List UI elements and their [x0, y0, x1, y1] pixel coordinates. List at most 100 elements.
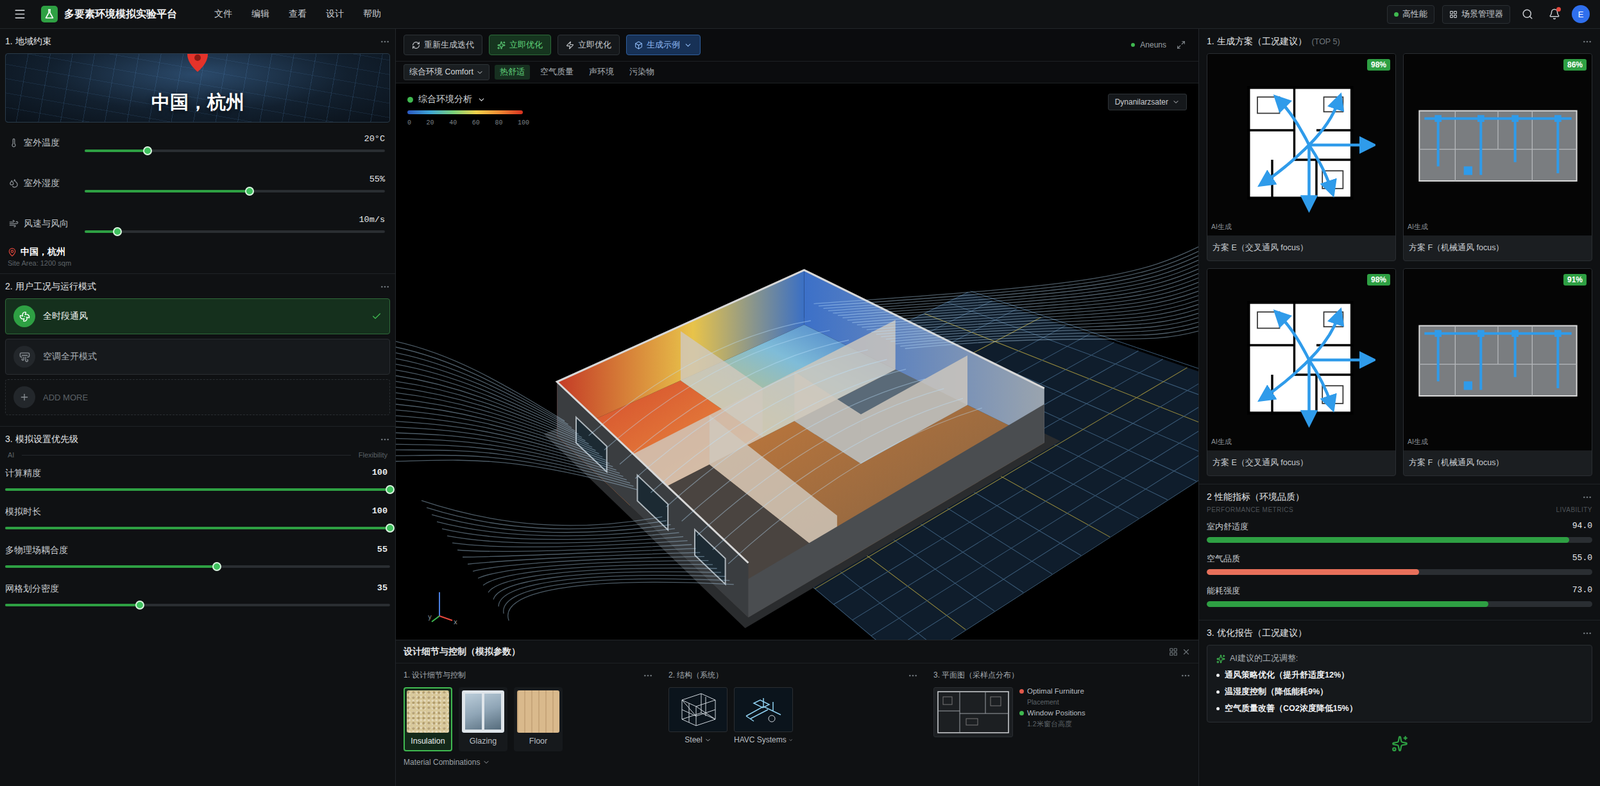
menu-icon — [13, 7, 27, 21]
toolbar-button[interactable]: 重新生成迭代 — [403, 34, 483, 56]
mechanical-ventilation-plan — [1411, 80, 1585, 210]
slider-label: 室外温度 — [5, 137, 85, 149]
slider-track[interactable] — [84, 149, 385, 153]
tab[interactable]: 空气质量 — [535, 64, 579, 80]
slider-track[interactable] — [5, 565, 391, 568]
structure-card[interactable]: HAVC Systems — [733, 687, 793, 745]
more-icon[interactable] — [1582, 628, 1593, 639]
toolbar-button[interactable]: 立即优化 — [488, 34, 552, 56]
material-card[interactable]: Glazing — [458, 687, 508, 752]
more-icon[interactable] — [1582, 492, 1593, 503]
mode-select[interactable]: Dynanilarzsater — [1107, 93, 1187, 111]
more-icon[interactable] — [379, 36, 391, 47]
material-card[interactable]: Floor — [513, 687, 563, 752]
more-icon[interactable] — [642, 670, 654, 681]
more-icon[interactable] — [907, 670, 919, 681]
comfort-select[interactable]: 综合环境 Comfort — [403, 64, 490, 81]
menu-item[interactable]: 帮助 — [363, 8, 382, 20]
details-columns: 1. 设计细节与控制InsulationGlazingFloorMaterial… — [395, 663, 1199, 786]
scenario-card[interactable]: 86%AI生成方案 F（机械通风 focus） — [1403, 53, 1593, 262]
slider-track[interactable] — [5, 526, 391, 530]
slider-track[interactable] — [5, 488, 391, 491]
chevron-down-icon — [683, 41, 693, 50]
metric-row: 空气品质55.0 — [1206, 547, 1593, 580]
slider-thumb[interactable] — [385, 523, 395, 533]
menu-item[interactable]: 查看 — [288, 8, 307, 20]
close-icon[interactable] — [1181, 647, 1191, 657]
toolbar-button[interactable]: 立即优化 — [557, 34, 620, 56]
mode-item[interactable]: 空调全开模式 — [5, 338, 391, 375]
slider-row: 室外湿度55% — [5, 162, 391, 204]
status-pill[interactable]: 场景管理器 — [1442, 5, 1511, 24]
slider: 20°C — [84, 134, 391, 153]
more-icon[interactable] — [1582, 36, 1593, 47]
match-badge: 91% — [1563, 273, 1587, 286]
panel-section: 1. 地域约束中国，杭州室外温度20°C室外湿度55%风速与风向10m/s中国，… — [0, 28, 396, 274]
more-icon[interactable] — [1180, 670, 1191, 681]
tab[interactable]: 污染物 — [624, 64, 660, 80]
scenario-card[interactable]: 98%AI生成方案 E（交叉通风 focus） — [1206, 268, 1396, 477]
status-pill[interactable]: 高性能 — [1387, 5, 1435, 24]
assistant-button[interactable] — [1206, 722, 1593, 765]
scenario-card[interactable]: 98%AI生成方案 E（交叉通风 focus） — [1206, 53, 1396, 262]
section-header: 2. 用户工况与运行模式 — [5, 273, 391, 299]
slider-thumb[interactable] — [143, 146, 153, 156]
structure-thumbnail — [668, 687, 728, 732]
steel-frame-icon — [675, 690, 721, 729]
analysis-select[interactable]: 综合环境分析 — [407, 93, 530, 106]
scenario-card[interactable]: 91%AI生成方案 F（机械通风 focus） — [1403, 268, 1593, 477]
menu-item[interactable]: 设计 — [325, 8, 344, 20]
icon-button[interactable] — [1544, 4, 1565, 24]
check-icon — [371, 311, 382, 322]
more-icon[interactable] — [379, 434, 391, 445]
mode-type-icon — [19, 311, 31, 323]
tab-row: 综合环境 Comfort热舒适空气质量声环境污染物 — [395, 61, 1199, 84]
section-title: 2. 用户工况与运行模式 — [5, 280, 97, 293]
priority-reading: 100 — [372, 506, 388, 518]
slider-thumb[interactable] — [135, 600, 145, 610]
slider-track[interactable] — [5, 603, 391, 607]
slider-thumb[interactable] — [245, 186, 255, 196]
menu-item[interactable]: 编辑 — [251, 8, 270, 20]
tab[interactable]: 热舒适 — [494, 64, 530, 80]
structure-card[interactable]: Steel — [668, 687, 728, 745]
menu-item[interactable]: 文件 — [214, 8, 233, 20]
slider-thumb[interactable] — [212, 561, 222, 571]
material-swatch — [461, 690, 505, 733]
right-panel: 1. 生成方案（工况建议）(TOP 5)98%AI生成方案 E（交叉通风 foc… — [1198, 28, 1600, 786]
material-combinations[interactable]: Material Combinations — [403, 757, 654, 767]
icon-button[interactable] — [1171, 35, 1191, 55]
toolbar-button[interactable]: 生成示例 — [626, 34, 701, 56]
flask-logo-icon — [44, 8, 55, 20]
axes-gizmo: yx — [426, 587, 466, 626]
icon-button[interactable] — [10, 4, 30, 24]
slider-thumb[interactable] — [112, 227, 122, 237]
more-icon[interactable] — [379, 281, 391, 292]
slider-thumb[interactable] — [385, 485, 395, 494]
tab[interactable]: 声环境 — [583, 64, 620, 80]
priority-reading: 55 — [377, 544, 388, 557]
status-dot — [1019, 710, 1024, 716]
svg-text:y: y — [427, 613, 432, 621]
structure-thumbnail — [733, 687, 793, 732]
brand: 多要素环境模拟实验平台 — [41, 5, 178, 23]
layout-icon[interactable] — [1168, 647, 1178, 657]
grid-icon — [1449, 10, 1458, 19]
mode-label: 空调全开模式 — [42, 350, 382, 363]
avatar[interactable]: E — [1571, 5, 1590, 24]
add-more-button[interactable]: ADD MORE — [5, 379, 391, 416]
mode-item[interactable]: 全时段通风 — [5, 298, 391, 335]
sparkles-icon — [1216, 654, 1226, 664]
slider-track[interactable] — [84, 230, 385, 233]
scale-ticks: 020406080100 — [407, 119, 530, 127]
notification-dot — [1556, 7, 1561, 12]
slider-track[interactable] — [84, 189, 385, 193]
cross-ventilation-plan — [1227, 71, 1376, 219]
mode-icon — [13, 305, 36, 328]
priority-head: 网格划分密度35 — [5, 583, 391, 595]
material-card[interactable]: Insulation — [403, 687, 453, 752]
priority-reading: 100 — [372, 467, 388, 480]
icon-button[interactable] — [1517, 4, 1538, 24]
scenario-name: 方案 E（交叉通风 focus） — [1207, 235, 1396, 261]
metric-captions: PERFORMANCE METRICSLIVABILITY — [1206, 506, 1593, 514]
